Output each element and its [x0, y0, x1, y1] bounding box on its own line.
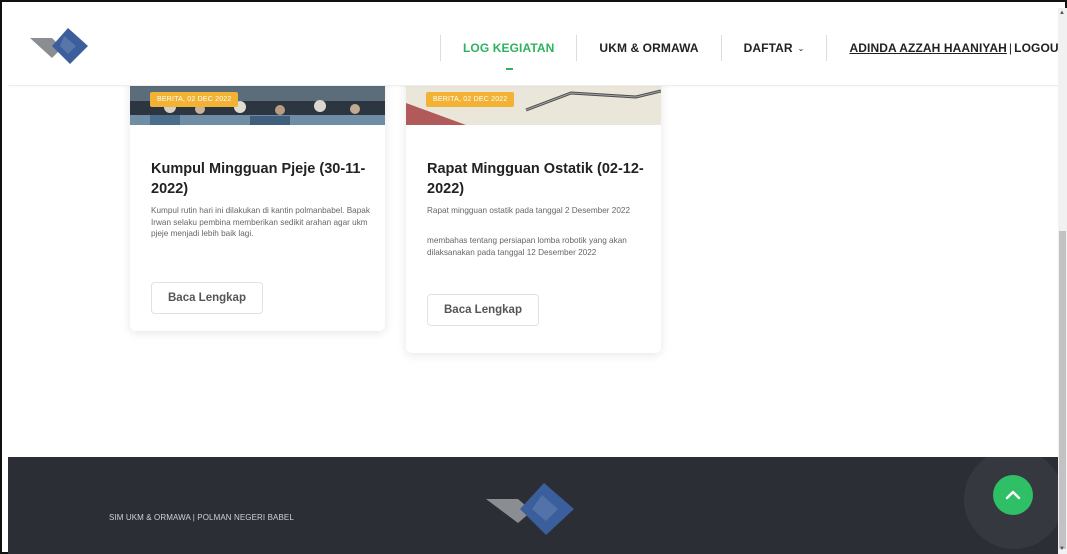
site-header: LOG KEGIATAN UKM & ORMAWA DAFTAR ⌄ ADIND…	[8, 8, 1058, 86]
card-excerpt: Kumpul rutin hari ini dilakukan di kanti…	[151, 206, 370, 238]
nav-label: UKM & ORMAWA	[599, 41, 699, 55]
scroll-up-arrow-icon[interactable]: ▲	[1059, 10, 1065, 16]
nav-separator: |	[1008, 41, 1013, 55]
main-nav: LOG KEGIATAN UKM & ORMAWA DAFTAR ⌄ ADIND…	[440, 35, 1058, 70]
chevron-down-icon: ⌄	[797, 43, 805, 53]
card-image[interactable]: BERITA, 02 DEC 2022	[130, 85, 385, 125]
card-excerpt: Rapat mingguan ostatik pada tanggal 2 De…	[427, 206, 631, 215]
chevron-up-icon	[1005, 490, 1021, 500]
card-title[interactable]: Rapat Mingguan Ostatik (02-12-2022)	[427, 159, 647, 199]
vertical-scrollbar[interactable]: ▲ ▼	[1058, 8, 1067, 554]
nav-label: DAFTAR	[743, 41, 793, 55]
logout-link[interactable]: LOGOUT	[1014, 41, 1058, 55]
nav-ukm-ormawa[interactable]: UKM & ORMAWA	[576, 35, 720, 61]
site-footer: SIM UKM & ORMAWA | POLMAN NEGERI BABEL	[8, 457, 1058, 554]
category-badge: BERITA, 02 DEC 2022	[426, 92, 515, 107]
footer-copyright: SIM UKM & ORMAWA | POLMAN NEGERI BABEL	[109, 513, 294, 522]
nav-log-kegiatan[interactable]: LOG KEGIATAN	[440, 35, 576, 70]
diamond-logo-icon[interactable]	[30, 22, 92, 68]
nav-daftar-dropdown[interactable]: DAFTAR ⌄	[720, 35, 827, 61]
read-more-button[interactable]: Baca Lengkap	[151, 282, 263, 314]
diamond-logo-icon	[486, 483, 574, 535]
card-title[interactable]: Kumpul Mingguan Pjeje (30-11-2022)	[151, 159, 371, 199]
scroll-down-arrow-icon[interactable]: ▼	[1059, 546, 1065, 552]
card-excerpt: membahas tentang persiapan lomba robotik…	[427, 236, 627, 257]
nav-user: ADINDA AZZAH HAANIYAH | LOGOUT	[826, 35, 1058, 61]
back-to-top-button[interactable]	[993, 475, 1033, 515]
read-more-button[interactable]: Baca Lengkap	[427, 294, 539, 326]
scrollbar-thumb[interactable]	[1059, 231, 1066, 549]
page-content: BERITA, 02 DEC 2022 Kumpul Mingguan Pjej…	[8, 8, 1058, 554]
card-image[interactable]: BERITA, 02 DEC 2022	[406, 85, 661, 125]
nav-label: LOG KEGIATAN	[463, 41, 555, 55]
user-profile-link[interactable]: ADINDA AZZAH HAANIYAH	[849, 41, 1006, 55]
category-badge: BERITA, 02 DEC 2022	[150, 92, 239, 107]
